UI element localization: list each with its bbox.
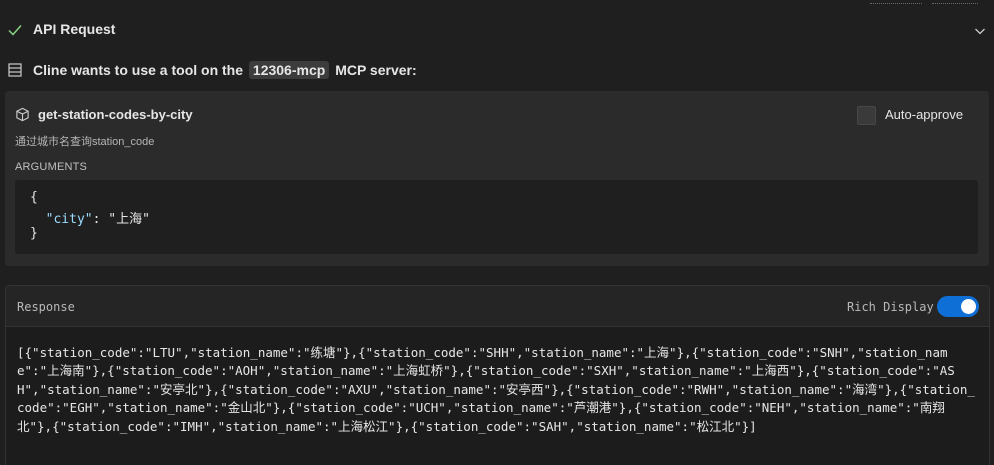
tool-name: get-station-codes-by-city: [38, 107, 193, 122]
server-name-badge: 12306-mcp: [248, 61, 330, 79]
top-strip: [0, 0, 994, 6]
tool-panel: get-station-codes-by-city Auto-approve 通…: [5, 91, 989, 266]
response-body: [{"station_code":"LTU","station_name":"练…: [17, 345, 975, 434]
divider: [870, 3, 922, 4]
request-prefix: Cline wants to use a tool on the: [33, 62, 244, 78]
request-suffix: MCP server:: [335, 62, 417, 78]
api-request-title: API Request: [33, 21, 116, 37]
check-icon: [8, 25, 22, 36]
server-icon: [8, 63, 22, 77]
rich-display-label: Rich Display: [847, 300, 934, 314]
tool-cube-icon: [16, 107, 29, 122]
code-argument-line: "city": "上海": [30, 208, 150, 227]
response-title: Response: [17, 300, 75, 314]
mcp-request-line: Cline wants to use a tool on the 12306-m…: [0, 56, 994, 84]
divider: [932, 3, 978, 4]
arguments-label: ARGUMENTS: [15, 161, 88, 173]
toggle-knob: [961, 299, 976, 314]
auto-approve-label[interactable]: Auto-approve: [885, 107, 963, 122]
arguments-code-block: { "city": "上海" }: [15, 180, 978, 254]
response-header: Response Rich Display: [6, 286, 989, 327]
chevron-down-icon[interactable]: [972, 23, 988, 39]
code-open-brace: {: [30, 190, 38, 205]
mcp-request-text: Cline wants to use a tool on the 12306-m…: [33, 61, 417, 79]
argument-colon: :: [92, 212, 109, 227]
tool-description: 通过城市名查询station_code: [15, 136, 155, 148]
code-close-brace: }: [30, 226, 38, 241]
api-request-header[interactable]: API Request: [0, 14, 994, 46]
rich-display-toggle[interactable]: [937, 296, 979, 317]
argument-value: "上海": [108, 212, 150, 227]
argument-key: "city": [45, 212, 93, 227]
response-panel: Response Rich Display [{"station_code":"…: [5, 285, 990, 465]
auto-approve-checkbox[interactable]: [857, 106, 876, 125]
